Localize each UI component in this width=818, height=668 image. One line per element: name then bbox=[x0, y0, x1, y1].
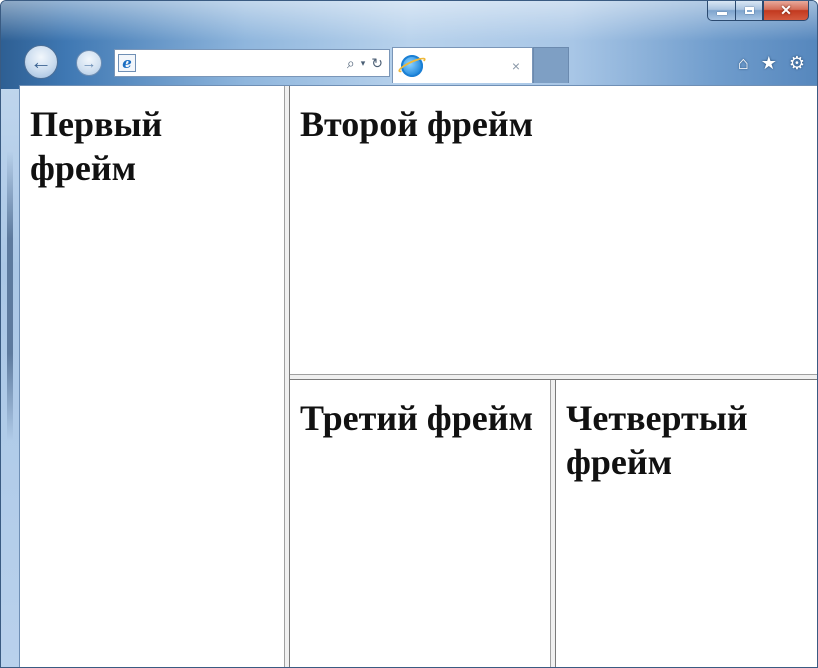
favorites-icon[interactable]: ★ bbox=[761, 53, 777, 74]
new-tab-button[interactable] bbox=[533, 47, 569, 83]
browser-window: ✕ ← → e ⌕ ▾ ↻ × ⌂ ★ ⚙ Первый фрейм Второ… bbox=[0, 0, 818, 668]
caption-buttons: ✕ bbox=[707, 1, 809, 23]
ie-logo-icon bbox=[401, 54, 423, 77]
minimize-icon bbox=[716, 12, 727, 15]
close-button[interactable]: ✕ bbox=[763, 1, 809, 21]
search-icon[interactable]: ⌕ bbox=[347, 55, 355, 72]
back-arrow-icon: ← bbox=[30, 49, 52, 74]
forward-button[interactable]: → bbox=[76, 50, 102, 76]
maximize-icon bbox=[744, 7, 754, 14]
refresh-icon[interactable]: ↻ bbox=[371, 55, 383, 72]
frame-first-heading: Первый фрейм bbox=[30, 104, 163, 188]
address-input[interactable] bbox=[136, 53, 347, 73]
frame-second: Второй фрейм bbox=[290, 86, 817, 374]
forward-arrow-icon: → bbox=[81, 54, 97, 72]
window-edge-shadow bbox=[7, 151, 13, 441]
toolbar-icons: ⌂ ★ ⚙ bbox=[738, 53, 805, 74]
frame-third-heading: Третий фрейм bbox=[300, 398, 533, 438]
page-content: Первый фрейм Второй фрейм Третий фрейм Ч… bbox=[19, 85, 817, 667]
close-icon: ✕ bbox=[780, 2, 792, 18]
frame-second-heading: Второй фрейм bbox=[300, 104, 534, 144]
frame-fourth: Четвертый фрейм bbox=[556, 380, 817, 667]
maximize-button[interactable] bbox=[735, 1, 763, 21]
frame-first: Первый фрейм bbox=[20, 86, 284, 667]
minimize-button[interactable] bbox=[707, 1, 735, 21]
tab-close-icon[interactable]: × bbox=[512, 58, 520, 74]
home-icon[interactable]: ⌂ bbox=[738, 53, 749, 74]
tab-active[interactable]: × bbox=[392, 47, 533, 83]
address-bar: e ⌕ ▾ ↻ bbox=[114, 49, 390, 77]
ie-page-icon: e bbox=[118, 54, 136, 72]
back-button[interactable]: ← bbox=[24, 45, 58, 79]
address-tools: ⌕ ▾ ↻ bbox=[347, 55, 383, 72]
frame-third: Третий фрейм bbox=[290, 380, 550, 667]
dropdown-icon[interactable]: ▾ bbox=[361, 58, 366, 69]
frame-fourth-heading: Четвертый фрейм bbox=[566, 398, 748, 482]
settings-icon[interactable]: ⚙ bbox=[789, 53, 805, 74]
